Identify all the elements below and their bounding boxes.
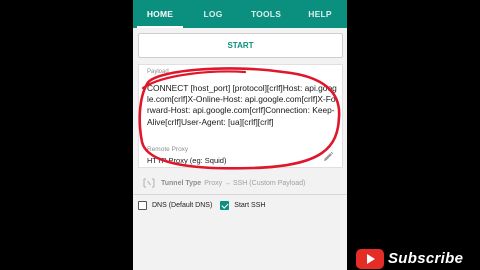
start-ssh-checkbox[interactable] (220, 200, 230, 210)
tunnel-type-value: Proxy → SSH (Custom Payload) (204, 179, 306, 187)
start-ssh-label: Start SSH (234, 201, 266, 209)
payload-card: Payload CONNECT [host_port] [protocol][c… (138, 64, 343, 168)
subscribe-text: Subscribe (388, 250, 464, 267)
divider (133, 194, 347, 195)
start-button[interactable]: START (138, 33, 343, 58)
payload-label: Payload (147, 69, 169, 75)
dns-label: DNS (Default DNS) (152, 201, 213, 209)
youtube-logo (356, 248, 384, 269)
remote-proxy-label: Remote Proxy (147, 146, 189, 153)
tab-help[interactable]: HELP (293, 0, 347, 28)
tab-log[interactable]: LOG (187, 0, 239, 28)
pencil-icon[interactable] (322, 151, 334, 163)
tunnel-type-row[interactable]: Tunnel Type Proxy → SSH (Custom Payload) (138, 175, 343, 191)
remote-proxy-field[interactable]: HTTP Proxy (eg: Squid) (147, 156, 226, 165)
active-tab-indicator (137, 26, 183, 28)
subscribe-overlay[interactable]: Subscribe (356, 247, 480, 270)
payload-input[interactable]: CONNECT [host_port] [protocol][crlf]Host… (147, 83, 337, 128)
tunnel-icon (143, 178, 155, 188)
tab-home[interactable]: HOME (133, 0, 187, 28)
tab-bar: HOME LOG TOOLS HELP (133, 0, 347, 28)
options-row: DNS (Default DNS) Start SSH (138, 198, 343, 212)
app-screen: HOME LOG TOOLS HELP START Payload CONNEC… (133, 0, 347, 270)
dns-checkbox[interactable] (138, 200, 147, 210)
tab-tools[interactable]: TOOLS (239, 0, 293, 28)
tunnel-type-label: Tunnel Type (161, 179, 202, 187)
